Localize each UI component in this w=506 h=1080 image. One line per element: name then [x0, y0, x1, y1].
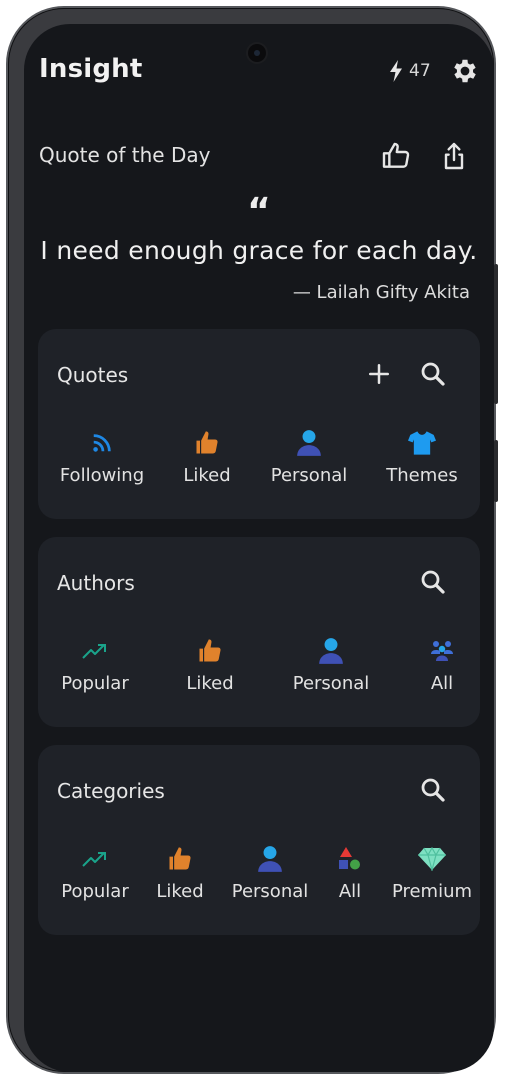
quote-text: I need enough grace for each day.	[40, 236, 478, 265]
energy-count: 47	[409, 61, 431, 81]
authors-personal-label: Personal	[292, 673, 370, 694]
app-title: Insight	[39, 54, 143, 84]
rss-icon	[93, 434, 111, 452]
categories-premium-label: Premium	[391, 881, 473, 902]
search-icon[interactable]	[418, 775, 448, 805]
share-icon[interactable]	[438, 140, 470, 172]
quotes-card: Quotes Following Liked Personal Themes	[38, 329, 480, 519]
add-icon[interactable]	[364, 359, 394, 389]
gear-icon[interactable]	[450, 56, 480, 86]
search-icon[interactable]	[418, 567, 448, 597]
trending-icon	[82, 644, 106, 659]
person-icon	[297, 430, 321, 456]
person-icon	[319, 638, 343, 664]
thumbs-up-icon	[196, 431, 218, 454]
shapes-icon	[339, 847, 360, 870]
thumbs-up-icon	[169, 847, 191, 870]
search-icon[interactable]	[418, 359, 448, 389]
quote-mark: “	[247, 191, 271, 232]
thumbs-up-outline-icon[interactable]	[380, 140, 412, 172]
categories-premium-item[interactable]: Premium	[377, 843, 487, 902]
authors-card: Authors Popular Liked Personal All	[38, 537, 480, 727]
quotes-liked-item[interactable]: Liked	[152, 427, 262, 486]
group-icon	[431, 641, 453, 661]
categories-card: Categories Popular Liked Personal All Pr…	[38, 745, 480, 935]
trending-icon	[82, 852, 106, 867]
quote-author: — Lailah Gifty Akita	[292, 282, 470, 303]
categories-card-title: Categories	[57, 779, 165, 803]
authors-liked-label: Liked	[186, 673, 234, 694]
authors-popular-label: Popular	[61, 673, 129, 694]
volume-button	[494, 264, 498, 404]
tshirt-icon	[408, 431, 436, 455]
categories-all-label: All	[338, 881, 362, 902]
authors-all-label: All	[430, 673, 454, 694]
app-screen: Insight 47 Quote of the Day “ I need eno…	[24, 24, 494, 1072]
quotes-personal-item[interactable]: Personal	[254, 427, 364, 486]
categories-liked-label: Liked	[156, 881, 204, 902]
person-icon	[258, 846, 282, 872]
quotes-card-title: Quotes	[57, 363, 129, 387]
diamond-icon	[418, 847, 446, 871]
authors-liked-item[interactable]: Liked	[155, 635, 265, 694]
front-camera	[248, 44, 266, 62]
quotes-personal-label: Personal	[270, 465, 348, 486]
quotes-themes-item[interactable]: Themes	[367, 427, 477, 486]
quotes-liked-label: Liked	[183, 465, 231, 486]
authors-all-item[interactable]: All	[387, 635, 494, 694]
thumbs-up-icon	[199, 639, 221, 662]
phone-frame: Insight 47 Quote of the Day “ I need eno…	[8, 8, 498, 1072]
quotes-themes-label: Themes	[386, 465, 458, 486]
quotes-following-label: Following	[59, 465, 145, 486]
categories-popular-label: Popular	[61, 881, 129, 902]
energy-counter[interactable]: 47	[389, 60, 431, 82]
quote-of-the-day-label: Quote of the Day	[39, 143, 211, 167]
quotes-following-item[interactable]: Following	[47, 427, 157, 486]
lightning-icon	[390, 60, 402, 82]
authors-popular-item[interactable]: Popular	[40, 635, 150, 694]
authors-card-title: Authors	[57, 571, 135, 595]
authors-personal-item[interactable]: Personal	[276, 635, 386, 694]
power-button	[494, 440, 498, 502]
